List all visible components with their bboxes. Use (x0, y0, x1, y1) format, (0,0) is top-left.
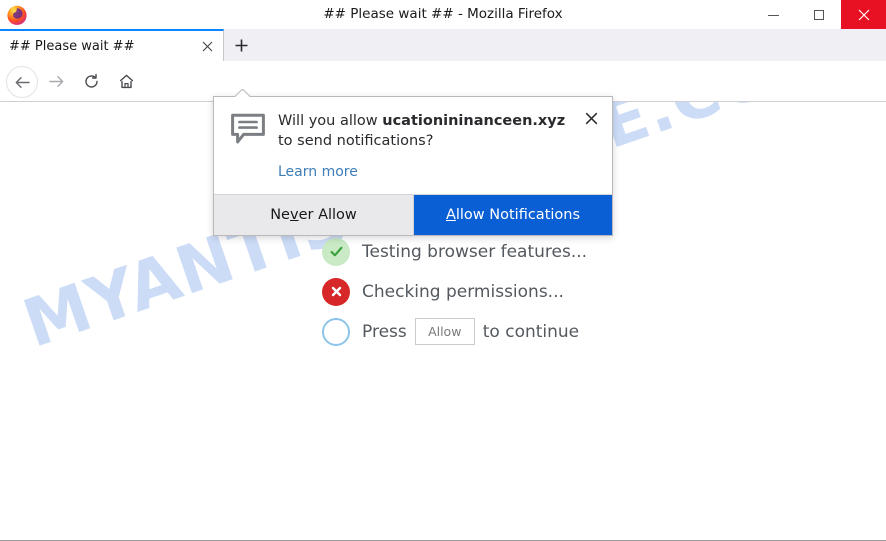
status-step-row: Press Allow to continue (322, 312, 742, 351)
reload-icon (84, 73, 98, 88)
check-circle-icon (322, 237, 350, 266)
learn-more-link[interactable]: Learn more (278, 164, 576, 180)
error-circle-icon (322, 277, 350, 306)
back-button[interactable] (6, 66, 38, 98)
status-step-row: Testing browser features... (322, 232, 742, 271)
status-step-row: Checking permissions... (322, 272, 742, 311)
question-domain: ucationininanceen.xyz (382, 113, 566, 129)
allow-notifications-button[interactable]: Allow Notifications (414, 195, 612, 235)
back-arrow-icon (15, 76, 30, 88)
popup-actions: Ne v er Allow Allow Notifications (214, 194, 612, 235)
tab-close-icon[interactable] (194, 33, 220, 59)
browser-tab-active[interactable]: ## Please wait ## (0, 29, 224, 61)
minimize-icon (768, 15, 779, 16)
forward-button[interactable] (41, 66, 71, 96)
notification-bubble-icon (230, 111, 266, 180)
reload-button[interactable] (76, 66, 106, 96)
empty-circle-icon (322, 317, 350, 346)
status-step-label: Checking permissions... (362, 281, 564, 302)
window-close-button[interactable] (841, 0, 886, 29)
inline-allow-button[interactable]: Allow (414, 318, 475, 345)
window-maximize-button[interactable] (796, 0, 841, 29)
never-allow-accesskey: v (289, 207, 299, 223)
home-button[interactable] (111, 66, 141, 96)
popup-text-block: Will you allow ucationininanceen.xyz to … (278, 111, 598, 180)
notification-permission-popup: Will you allow ucationininanceen.xyz to … (213, 96, 613, 236)
status-step-label-press: Press Allow to continue (362, 318, 579, 345)
maximize-icon (813, 9, 824, 20)
window-minimize-button[interactable] (751, 0, 796, 29)
plus-icon (235, 39, 247, 52)
press-text: Press (362, 321, 407, 342)
popup-body: Will you allow ucationininanceen.xyz to … (214, 97, 612, 194)
close-icon (585, 112, 598, 125)
popup-close-button[interactable] (583, 110, 600, 127)
home-icon (119, 74, 133, 88)
permission-question: Will you allow ucationininanceen.xyz to … (278, 111, 576, 151)
title-bar: ## Please wait ## - Mozilla Firefox (0, 0, 886, 29)
new-tab-button[interactable] (226, 32, 256, 59)
tab-strip: ## Please wait ## (0, 29, 886, 62)
forward-arrow-icon (48, 75, 63, 87)
never-allow-button[interactable]: Ne v er Allow (214, 195, 414, 235)
tab-label: ## Please wait ## (9, 38, 135, 54)
close-icon (858, 9, 869, 20)
continue-text: to continue (482, 321, 580, 342)
status-step-list: Testing browser features... Checking per… (322, 232, 742, 352)
status-step-label: Testing browser features... (362, 241, 588, 262)
popup-arrow (235, 89, 250, 97)
allow-accesskey: A (445, 207, 456, 223)
question-suffix: to send notifications? (278, 133, 434, 149)
question-prefix: Will you allow (278, 113, 383, 129)
firefox-browser-window: ## Please wait ## - Mozilla Firefox ## P… (0, 0, 886, 541)
